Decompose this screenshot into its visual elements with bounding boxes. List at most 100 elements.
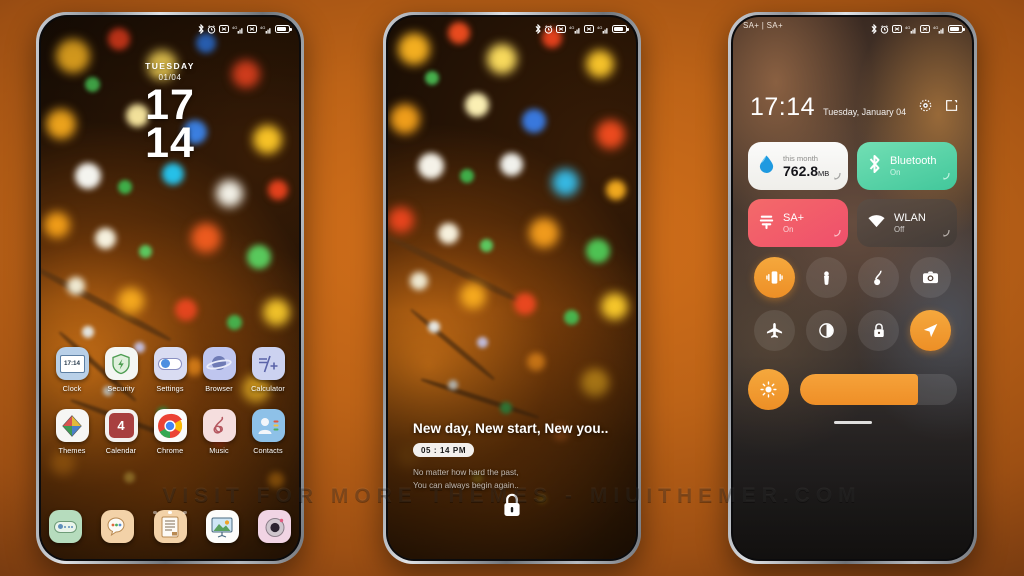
clock-date: 01/04 bbox=[158, 73, 182, 82]
app-label: Chrome bbox=[156, 446, 184, 455]
lock-quote-line1: No matter how hard the past, bbox=[413, 467, 519, 477]
bluetooth-state: On bbox=[890, 168, 901, 177]
data-usage-period: this month bbox=[783, 153, 819, 163]
music-note-icon bbox=[202, 409, 236, 442]
phone3-status-bar: SA+ | SA+ 4G 4G bbox=[733, 17, 972, 41]
expand-arrow-icon[interactable] bbox=[942, 167, 950, 185]
padlock-icon[interactable] bbox=[501, 492, 523, 523]
alarm-icon bbox=[544, 24, 553, 34]
vibrate-toggle[interactable] bbox=[753, 257, 795, 298]
sim2-no-signal-icon bbox=[920, 25, 930, 33]
data-signal2-icon: 4G bbox=[597, 25, 609, 34]
screenshot-toggle[interactable] bbox=[910, 257, 952, 298]
phone3-screen: SA+ | SA+ 4G 4G 17:14 Tuesday, January 0… bbox=[733, 17, 972, 559]
brightness-slider[interactable] bbox=[800, 374, 957, 405]
phone1-status-bar: 4G 4G bbox=[41, 17, 299, 41]
dark-mode-toggle[interactable] bbox=[805, 310, 847, 351]
sa-label: SA+ bbox=[783, 212, 805, 224]
app-label: Calendar bbox=[105, 446, 137, 455]
app-chrome[interactable]: Chrome bbox=[147, 409, 193, 455]
phone3-bezel: SA+ | SA+ 4G 4G 17:14 Tuesday, January 0… bbox=[731, 15, 974, 561]
app-contacts[interactable]: Contacts bbox=[245, 409, 291, 455]
brightness-icon[interactable] bbox=[748, 369, 789, 410]
data-signal-icon: 4G bbox=[569, 25, 581, 34]
battery-icon bbox=[612, 25, 629, 33]
wlan-tile[interactable]: WLAN Off bbox=[857, 199, 957, 247]
phone1-screen: 4G 4G TUESDAY 01/04 17 14 17:14 Clock Se… bbox=[41, 17, 299, 559]
shield-icon bbox=[104, 347, 138, 380]
app-label: Contacts bbox=[253, 446, 283, 455]
lock-quote-subtitle: No matter how hard the past, You can alw… bbox=[413, 466, 622, 493]
app-label: Themes bbox=[58, 446, 86, 455]
carrier-label: SA+ | SA+ bbox=[743, 21, 783, 30]
lock-toggle[interactable] bbox=[858, 310, 900, 351]
app-music[interactable]: Music bbox=[196, 409, 242, 455]
data-usage-value: 762.8 bbox=[783, 162, 819, 179]
sa-state: On bbox=[783, 225, 794, 234]
page-indicator bbox=[41, 501, 299, 519]
svg-text:4G: 4G bbox=[260, 25, 265, 30]
location-toggle[interactable] bbox=[910, 310, 952, 351]
page-dot[interactable] bbox=[183, 510, 187, 514]
page-dot-active[interactable] bbox=[168, 510, 172, 514]
wlan-label: WLAN bbox=[894, 212, 926, 224]
phone2-screen: 4G 4G New day, New start, New you.. 05 :… bbox=[388, 17, 636, 559]
expand-arrow-icon[interactable] bbox=[833, 224, 841, 242]
planet-icon bbox=[202, 347, 236, 380]
phone1-bezel: 4G 4G TUESDAY 01/04 17 14 17:14 Clock Se… bbox=[39, 15, 301, 561]
toggle-switch-icon bbox=[153, 347, 187, 380]
app-row-1: 17:14 Clock Security Settings Browser Ca… bbox=[49, 347, 291, 393]
clock-day-of-week: TUESDAY bbox=[145, 61, 195, 71]
wlan-state: Off bbox=[894, 225, 905, 234]
app-security[interactable]: Security bbox=[98, 347, 144, 393]
expand-arrow-icon[interactable] bbox=[942, 224, 950, 242]
phone2-bezel: 4G 4G New day, New start, New you.. 05 :… bbox=[386, 15, 638, 561]
app-label: Clock bbox=[62, 384, 82, 393]
app-label: Settings bbox=[156, 384, 184, 393]
app-clock[interactable]: 17:14 Clock bbox=[49, 347, 95, 393]
app-label: Browser bbox=[205, 384, 233, 393]
sim2-no-signal-icon bbox=[247, 25, 257, 33]
bluetooth-icon bbox=[535, 24, 541, 34]
lock-quote-title: New day, New start, New you.. bbox=[413, 421, 609, 436]
clock-icon: 17:14 bbox=[55, 347, 89, 380]
battery-icon bbox=[948, 25, 965, 33]
expand-arrow-icon[interactable] bbox=[833, 167, 841, 185]
brightness-slider-fill bbox=[800, 374, 918, 405]
data-signal-icon: 4G bbox=[232, 25, 244, 34]
gear-icon[interactable] bbox=[919, 99, 932, 117]
airplane-toggle[interactable] bbox=[753, 310, 795, 351]
app-settings[interactable]: Settings bbox=[147, 347, 193, 393]
calculator-icon bbox=[251, 347, 285, 380]
data-drop-icon bbox=[758, 154, 775, 178]
control-center-header: 17:14 Tuesday, January 04 bbox=[750, 95, 958, 120]
app-themes[interactable]: Themes bbox=[49, 409, 95, 455]
app-browser[interactable]: Browser bbox=[196, 347, 242, 393]
clock-widget[interactable]: TUESDAY 01/04 17 14 bbox=[41, 61, 299, 164]
calendar-icon: 4 bbox=[104, 409, 138, 442]
sim1-no-signal-icon bbox=[219, 25, 229, 33]
clock-icon-time: 17:14 bbox=[59, 354, 85, 373]
app-calculator[interactable]: Calculator bbox=[245, 347, 291, 393]
ringtone-toggle[interactable] bbox=[858, 257, 900, 298]
svg-text:4G: 4G bbox=[933, 25, 938, 30]
flashlight-toggle[interactable] bbox=[805, 257, 847, 298]
brightness-row bbox=[748, 369, 957, 410]
header-date: Tuesday, January 04 bbox=[823, 107, 907, 117]
sim1-no-signal-icon bbox=[892, 25, 902, 33]
bluetooth-tile[interactable]: Bluetooth On bbox=[857, 142, 957, 190]
home-indicator[interactable] bbox=[833, 421, 872, 425]
app-label: Calculator bbox=[251, 384, 285, 393]
sa-tile[interactable]: SA+ On bbox=[748, 199, 848, 247]
edit-tiles-icon[interactable] bbox=[945, 99, 958, 117]
phone-control-center: SA+ | SA+ 4G 4G 17:14 Tuesday, January 0… bbox=[728, 12, 977, 564]
bluetooth-icon bbox=[198, 24, 204, 34]
alarm-icon bbox=[207, 24, 216, 34]
toggle-grid bbox=[748, 257, 957, 351]
app-label: Security bbox=[107, 384, 135, 393]
data-usage-tile[interactable]: this month 762.8MB bbox=[748, 142, 848, 190]
svg-text:4G: 4G bbox=[569, 25, 574, 30]
app-calendar[interactable]: 4 Calendar bbox=[98, 409, 144, 455]
page-dot[interactable] bbox=[153, 510, 157, 514]
wifi-icon bbox=[867, 213, 886, 234]
